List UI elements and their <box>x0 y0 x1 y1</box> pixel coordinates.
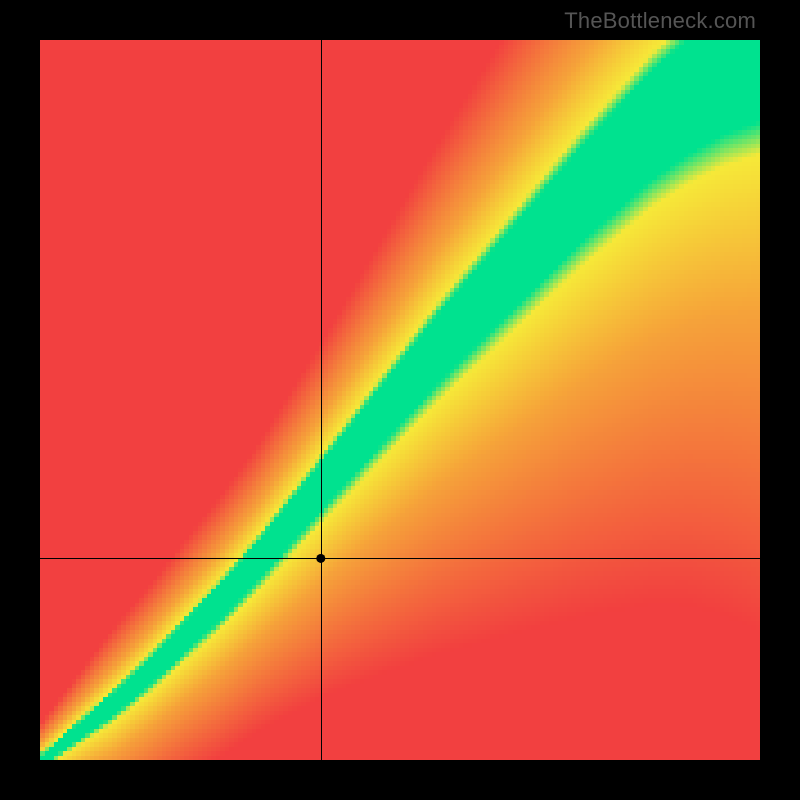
heatmap-plot <box>40 40 760 760</box>
heatmap-canvas <box>40 40 760 760</box>
chart-container: TheBottleneck.com <box>0 0 800 800</box>
watermark-text: TheBottleneck.com <box>564 8 756 34</box>
